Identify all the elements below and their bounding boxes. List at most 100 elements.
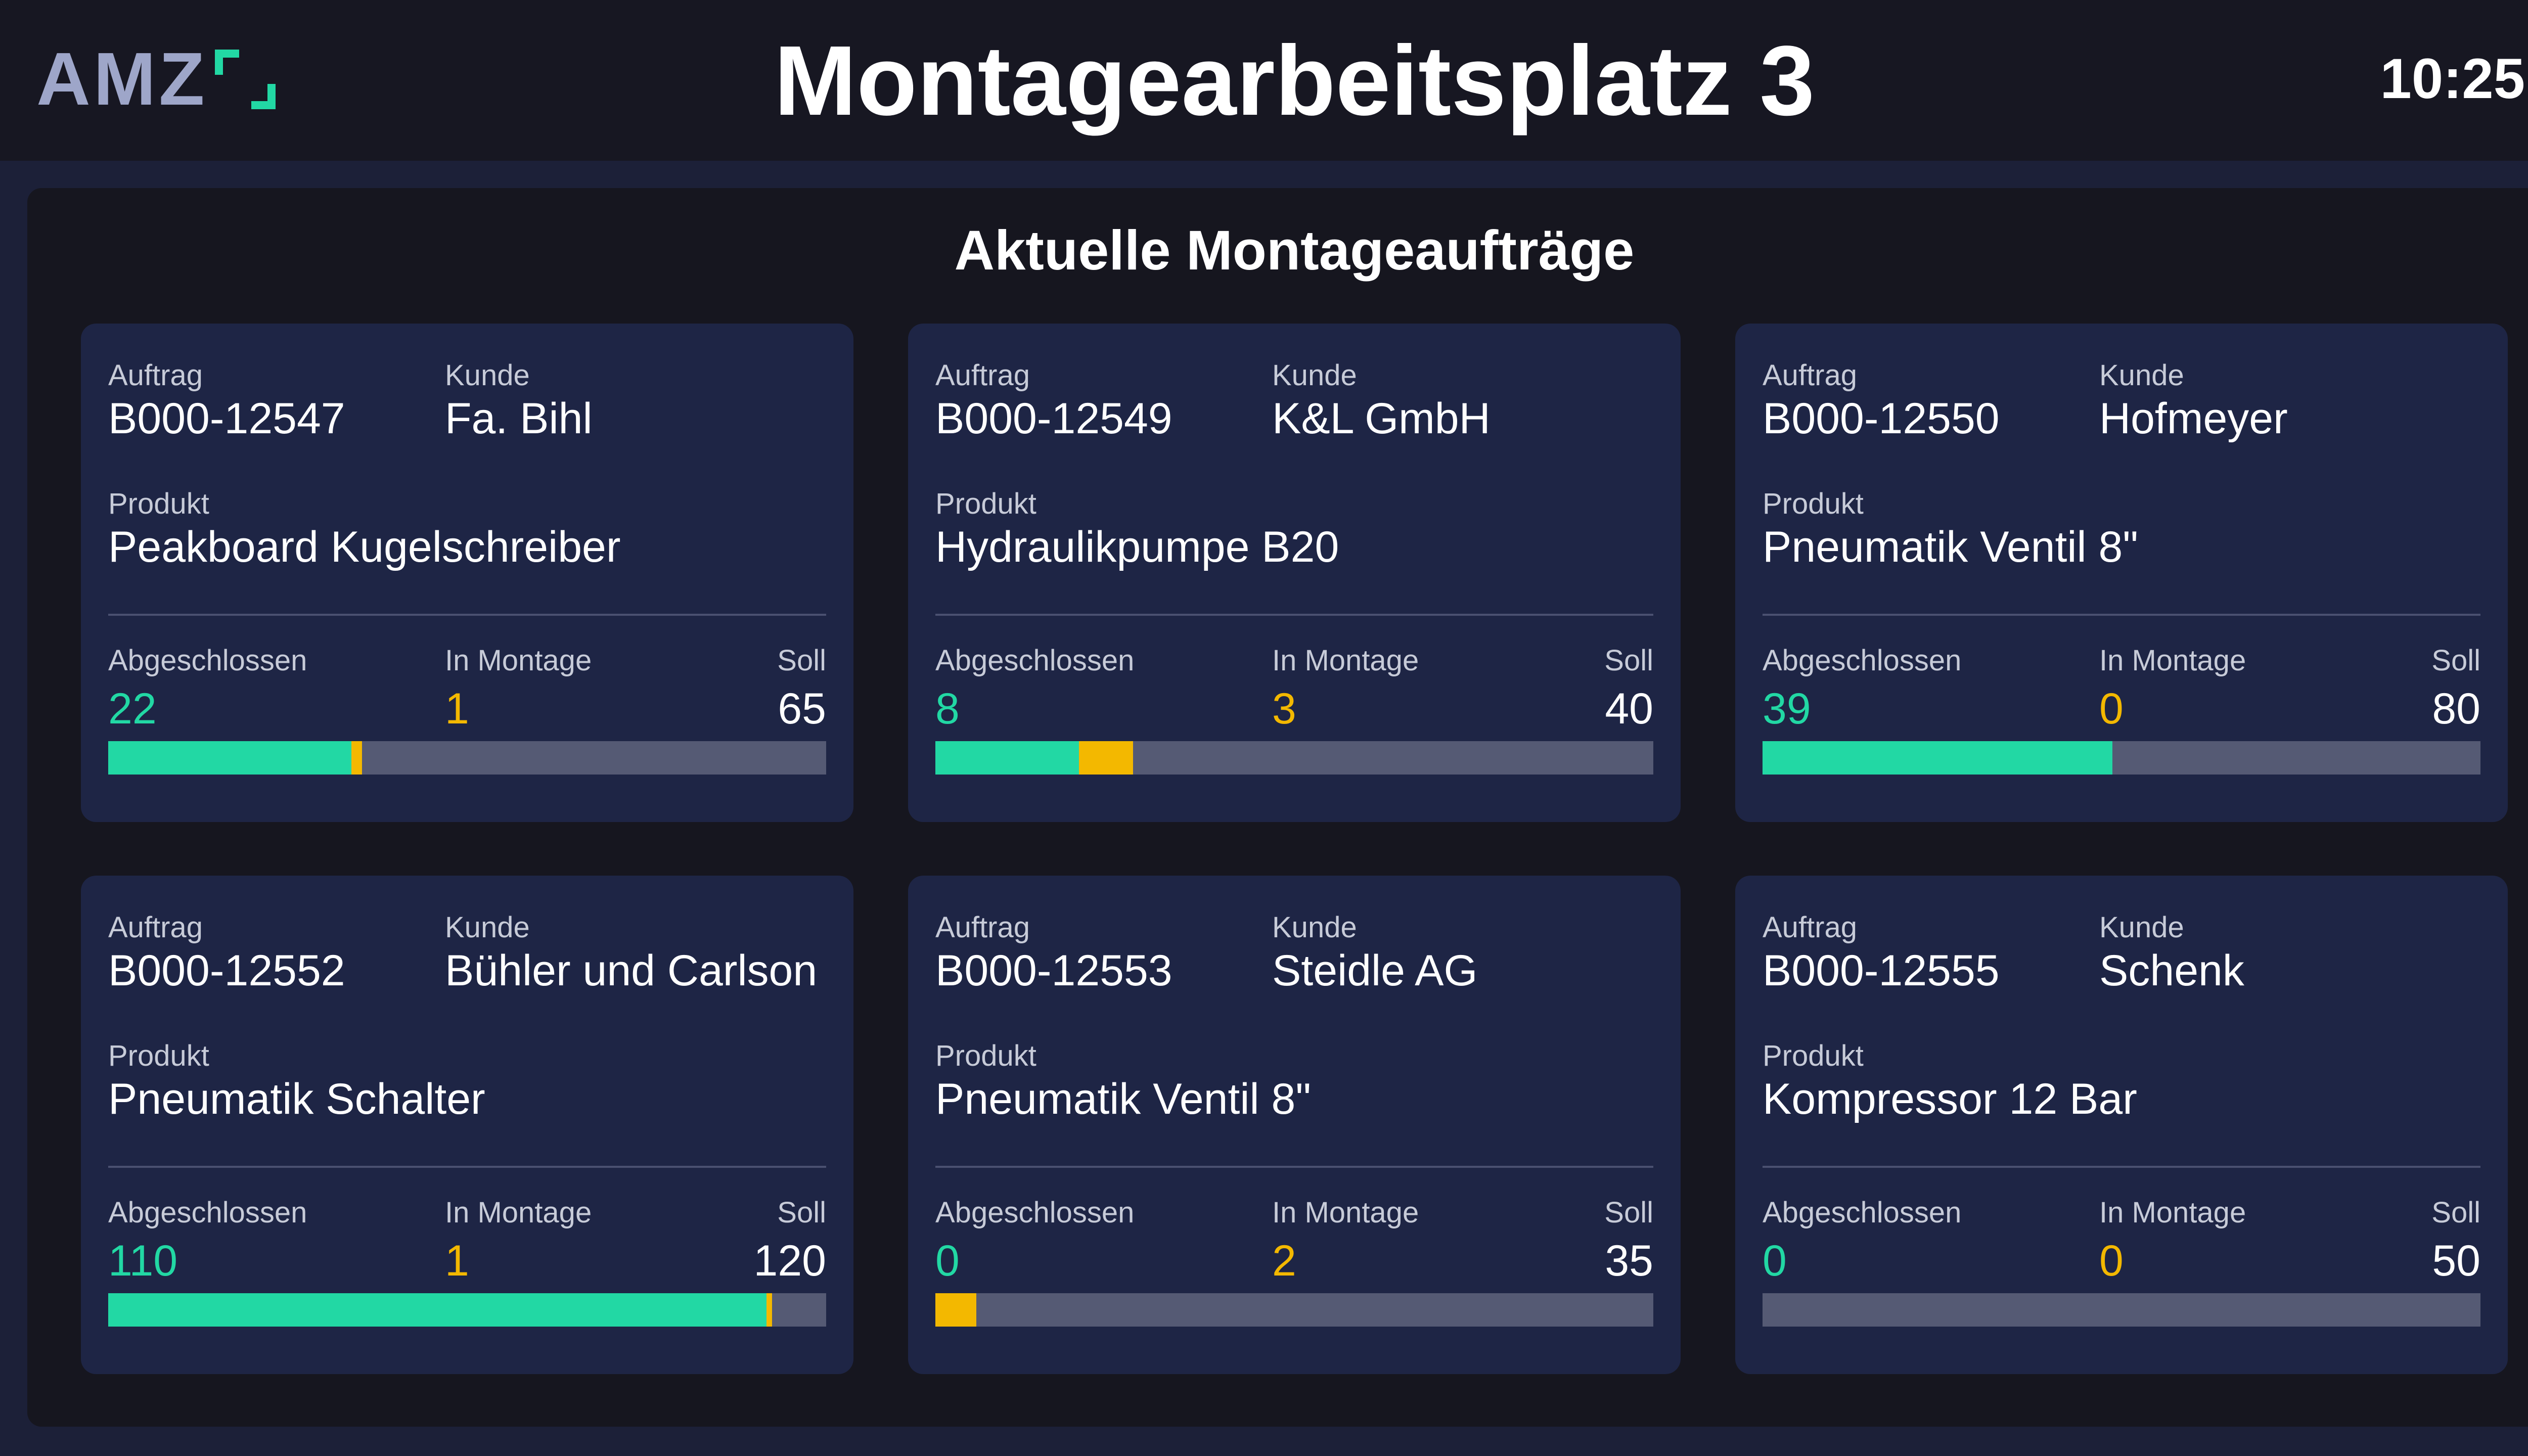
customer-label: Kunde (1272, 359, 1357, 392)
target-label: Soll (777, 1196, 826, 1229)
target-count: 35 (1605, 1237, 1653, 1285)
card-divider (935, 614, 1653, 616)
progress-in-assembly-segment (351, 741, 363, 775)
product-name: Hydraulikpumpe B20 (935, 523, 1339, 571)
customer-label: Kunde (2099, 911, 2184, 944)
card-divider (108, 614, 826, 616)
done-count: 8 (935, 685, 960, 733)
progress-bar (935, 741, 1653, 775)
progress-bar (1763, 1293, 2480, 1327)
order-label: Auftrag (935, 359, 1030, 392)
customer-label: Kunde (1272, 911, 1357, 944)
progress-done-segment (108, 741, 351, 775)
done-label: Abgeschlossen (108, 1196, 307, 1229)
header-bar: AMZ Montagearbeitsplatz 3 10:25 (0, 0, 2528, 161)
done-count: 110 (108, 1237, 178, 1285)
card-divider (1763, 614, 2480, 616)
product-name: Kompressor 12 Bar (1763, 1075, 2137, 1123)
order-number: B000-12553 (935, 946, 1172, 995)
page-title: Montagearbeitsplatz 3 (774, 25, 1815, 136)
in-assembly-count: 0 (2099, 1237, 2124, 1285)
in-assembly-label: In Montage (445, 1196, 592, 1229)
progress-done-segment (108, 1293, 766, 1327)
in-assembly-count: 1 (445, 685, 469, 733)
order-card: Auftrag B000-12549 Kunde K&L GmbH Produk… (908, 324, 1681, 822)
customer-label: Kunde (445, 359, 530, 392)
order-card: Auftrag B000-12555 Kunde Schenk Produkt … (1735, 876, 2508, 1374)
product-name: Pneumatik Schalter (108, 1075, 485, 1123)
done-label: Abgeschlossen (108, 644, 307, 677)
order-label: Auftrag (935, 911, 1030, 944)
target-count: 40 (1605, 685, 1653, 733)
product-label: Produkt (935, 487, 1036, 520)
target-label: Soll (1604, 644, 1653, 677)
done-label: Abgeschlossen (1763, 1196, 1962, 1229)
card-divider (108, 1166, 826, 1168)
in-assembly-label: In Montage (445, 644, 592, 677)
product-label: Produkt (1763, 487, 1864, 520)
product-name: Peakboard Kugelschreiber (108, 523, 621, 571)
target-count: 50 (2432, 1237, 2480, 1285)
progress-done-segment (935, 741, 1079, 775)
in-assembly-label: In Montage (2099, 1196, 2246, 1229)
order-card: Auftrag B000-12550 Kunde Hofmeyer Produk… (1735, 324, 2508, 822)
order-number: B000-12549 (935, 394, 1172, 443)
clock: 10:25 (2380, 47, 2525, 110)
product-name: Pneumatik Ventil 8" (935, 1075, 1311, 1123)
in-assembly-count: 0 (2099, 685, 2124, 733)
customer-name: Hofmeyer (2099, 394, 2288, 443)
done-count: 39 (1763, 685, 1811, 733)
target-count: 80 (2432, 685, 2480, 733)
done-label: Abgeschlossen (935, 644, 1135, 677)
customer-name: Fa. Bihl (445, 394, 593, 443)
in-assembly-label: In Montage (2099, 644, 2246, 677)
order-card: Auftrag B000-12552 Kunde Bühler und Carl… (81, 876, 853, 1374)
customer-label: Kunde (2099, 359, 2184, 392)
card-divider (935, 1166, 1653, 1168)
in-assembly-label: In Montage (1272, 644, 1419, 677)
order-number: B000-12547 (108, 394, 345, 443)
in-assembly-count: 3 (1272, 685, 1296, 733)
progress-bar (108, 1293, 826, 1327)
target-count: 65 (778, 685, 826, 733)
order-label: Auftrag (108, 359, 203, 392)
progress-in-assembly-segment (935, 1293, 977, 1327)
order-card: Auftrag B000-12547 Kunde Fa. Bihl Produk… (81, 324, 853, 822)
customer-name: Schenk (2099, 946, 2244, 995)
done-label: Abgeschlossen (935, 1196, 1135, 1229)
in-assembly-count: 2 (1272, 1237, 1296, 1285)
in-assembly-label: In Montage (1272, 1196, 1419, 1229)
progress-bar (935, 1293, 1653, 1327)
target-count: 120 (753, 1237, 827, 1285)
order-label: Auftrag (1763, 359, 1857, 392)
orders-panel: Aktuelle Montageaufträge Auftrag B000-12… (27, 188, 2528, 1427)
done-count: 0 (935, 1237, 960, 1285)
product-label: Produkt (108, 487, 209, 520)
order-card: Auftrag B000-12553 Kunde Steidle AG Prod… (908, 876, 1681, 1374)
done-count: 0 (1763, 1237, 1787, 1285)
in-assembly-count: 1 (445, 1237, 469, 1285)
done-label: Abgeschlossen (1763, 644, 1962, 677)
panel-title: Aktuelle Montageaufträge (954, 219, 1635, 282)
progress-done-segment (1763, 741, 2113, 775)
target-label: Soll (777, 644, 826, 677)
order-number: B000-12555 (1763, 946, 2000, 995)
progress-bar (1763, 741, 2480, 775)
order-label: Auftrag (1763, 911, 1857, 944)
customer-name: K&L GmbH (1272, 394, 1491, 443)
order-number: B000-12552 (108, 946, 345, 995)
product-name: Pneumatik Ventil 8" (1763, 523, 2138, 571)
product-label: Produkt (935, 1039, 1036, 1072)
progress-in-assembly-segment (1079, 741, 1133, 775)
product-label: Produkt (108, 1039, 209, 1072)
progress-bar (108, 741, 826, 775)
target-label: Soll (2431, 644, 2480, 677)
target-label: Soll (2431, 1196, 2480, 1229)
customer-name: Steidle AG (1272, 946, 1478, 995)
customer-label: Kunde (445, 911, 530, 944)
card-divider (1763, 1166, 2480, 1168)
order-label: Auftrag (108, 911, 203, 944)
product-label: Produkt (1763, 1039, 1864, 1072)
target-label: Soll (1604, 1196, 1653, 1229)
progress-in-assembly-segment (766, 1293, 773, 1327)
